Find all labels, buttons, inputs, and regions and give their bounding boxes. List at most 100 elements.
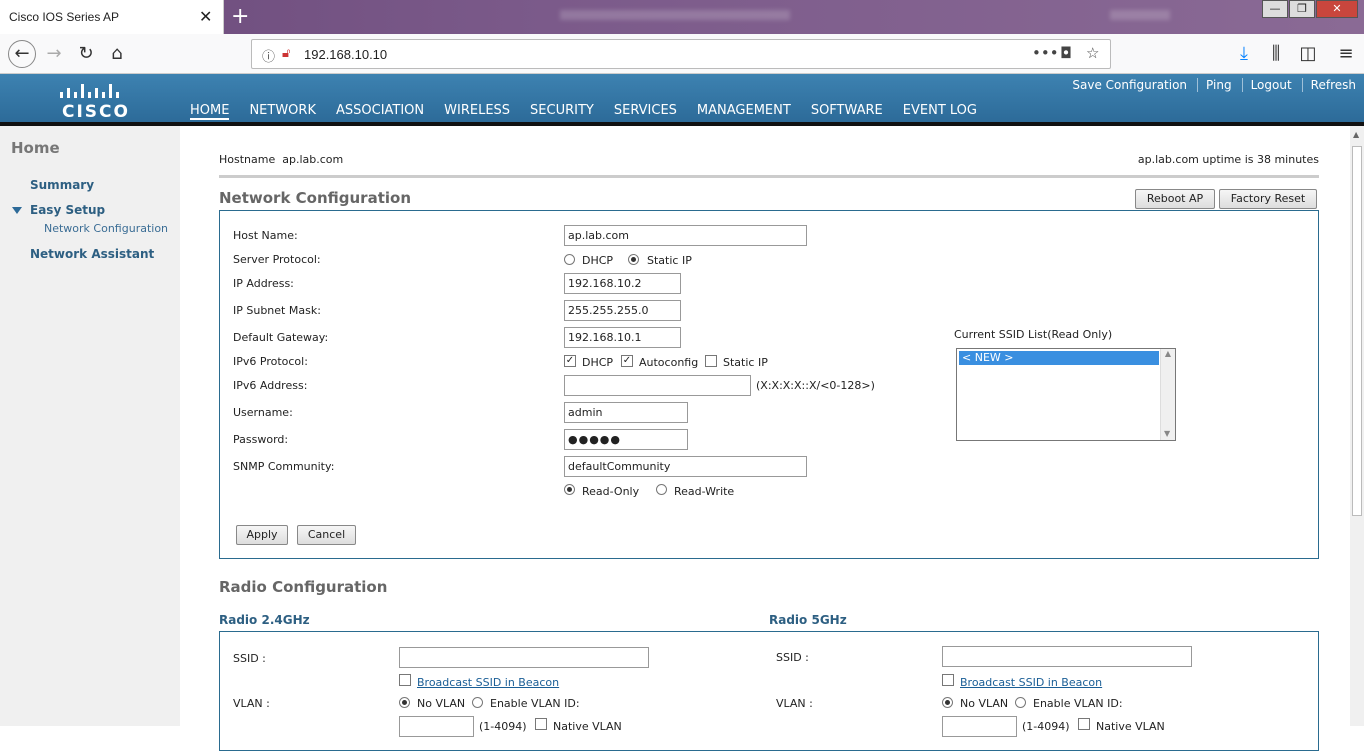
factory-reset-button[interactable]: Factory Reset xyxy=(1219,189,1317,209)
nav-software[interactable]: SOFTWARE xyxy=(811,103,883,120)
radio5-ssid-label: SSID : xyxy=(776,651,809,664)
radio5-no-vlan-radio[interactable] xyxy=(942,697,953,708)
download-icon[interactable]: ⤓ xyxy=(1232,42,1256,66)
radio24-native-vlan-checkbox[interactable] xyxy=(535,718,547,730)
ping-link[interactable]: Ping xyxy=(1197,78,1232,92)
radio5-enable-vlan-radio[interactable] xyxy=(1015,697,1026,708)
insecure-lock-icon[interactable]: 🔓︎ xyxy=(282,46,290,61)
nav-services[interactable]: SERVICES xyxy=(614,103,677,120)
sidebar-item-easy-setup[interactable]: Easy Setup xyxy=(30,203,105,217)
nav-wireless[interactable]: WIRELESS xyxy=(444,103,510,120)
pocket-icon[interactable]: ◘ xyxy=(1060,44,1072,62)
library-icon[interactable]: ⫼ xyxy=(1264,42,1288,66)
ipv6-static-label: Static IP xyxy=(723,356,768,369)
ssid-list-scrollbar[interactable]: ▲ ▼ xyxy=(1160,349,1175,440)
home-icon[interactable]: ⌂ xyxy=(105,42,129,66)
back-icon[interactable]: ← xyxy=(8,40,36,68)
ssid-listbox[interactable]: < NEW > ▲ ▼ xyxy=(956,348,1176,441)
new-tab-icon[interactable]: + xyxy=(231,4,249,29)
host-name-input[interactable]: ap.lab.com xyxy=(564,225,807,246)
ipv6-autoconfig-checkbox[interactable]: ✓ xyxy=(621,355,633,367)
server-protocol-static-radio[interactable] xyxy=(628,254,639,265)
hostname-value: ap.lab.com xyxy=(282,153,344,166)
password-input[interactable]: ●●●●● xyxy=(564,429,688,450)
radio24-enable-vlan-radio[interactable] xyxy=(472,697,483,708)
server-protocol-dhcp-radio[interactable] xyxy=(564,254,575,265)
radio24-enable-vlan-label: Enable VLAN ID: xyxy=(490,697,580,710)
host-name-label: Host Name: xyxy=(233,229,298,242)
window-close-icon[interactable]: ✕ xyxy=(1316,0,1358,18)
snmp-community-label: SNMP Community: xyxy=(233,460,335,473)
radio24-ssid-input[interactable] xyxy=(399,647,649,668)
sidebar-item-network-configuration[interactable]: Network Configuration xyxy=(44,222,168,235)
radio5-ssid-input[interactable] xyxy=(942,646,1192,667)
expand-triangle-icon[interactable] xyxy=(12,207,22,214)
radio5-vlan-id-input[interactable] xyxy=(942,716,1017,737)
radio5-vlan-label: VLAN : xyxy=(776,697,813,710)
radio24-broadcast-link[interactable]: Broadcast SSID in Beacon xyxy=(417,676,559,689)
radio5-native-vlan-label: Native VLAN xyxy=(1096,720,1165,733)
radio5-broadcast-link[interactable]: Broadcast SSID in Beacon xyxy=(960,676,1102,689)
tab-close-icon[interactable]: ✕ xyxy=(199,7,212,26)
list-scroll-up-icon[interactable]: ▲ xyxy=(1161,349,1175,358)
ipv6-dhcp-checkbox[interactable]: ✓ xyxy=(564,355,576,367)
radio24-no-vlan-radio[interactable] xyxy=(399,697,410,708)
nav-event-log[interactable]: EVENT LOG xyxy=(903,103,977,120)
username-input[interactable]: admin xyxy=(564,402,688,423)
radio24-broadcast-checkbox[interactable] xyxy=(399,674,411,686)
sidebar-item-summary[interactable]: Summary xyxy=(30,178,94,192)
radio5-native-vlan-checkbox[interactable] xyxy=(1078,718,1090,730)
sidebar: Home Summary Easy Setup Network Configur… xyxy=(0,126,180,726)
scroll-up-icon[interactable]: ▲ xyxy=(1353,130,1359,139)
browser-tab[interactable]: Cisco IOS Series AP ✕ xyxy=(0,0,224,34)
nav-association[interactable]: ASSOCIATION xyxy=(336,103,424,120)
forward-icon[interactable]: → xyxy=(42,42,66,66)
subnet-mask-input[interactable]: 255.255.255.0 xyxy=(564,300,681,321)
snmp-read-write-radio[interactable] xyxy=(656,484,667,495)
ssid-list-item[interactable]: < NEW > xyxy=(959,351,1159,365)
url-text[interactable]: 192.168.10.10 xyxy=(304,47,387,62)
page-scrollbar[interactable]: ▲ xyxy=(1350,126,1364,726)
minimize-icon[interactable]: — xyxy=(1262,0,1288,18)
radio24-vlan-label: VLAN : xyxy=(233,697,270,710)
reload-icon[interactable]: ↻ xyxy=(74,42,98,66)
refresh-link[interactable]: Refresh xyxy=(1301,78,1356,92)
sidebar-item-network-assistant[interactable]: Network Assistant xyxy=(30,247,154,261)
username-label: Username: xyxy=(233,406,293,419)
menu-icon[interactable]: ≡ xyxy=(1334,42,1358,66)
radio24-vlan-id-input[interactable] xyxy=(399,716,474,737)
radio24-ssid-label: SSID : xyxy=(233,652,266,665)
cancel-button[interactable]: Cancel xyxy=(297,525,356,545)
ip-address-input[interactable]: 192.168.10.2 xyxy=(564,273,681,294)
default-gateway-input[interactable]: 192.168.10.1 xyxy=(564,327,681,348)
logout-link[interactable]: Logout xyxy=(1241,78,1292,92)
save-configuration-link[interactable]: Save Configuration xyxy=(1064,78,1187,92)
reboot-ap-button[interactable]: Reboot AP xyxy=(1135,189,1215,209)
radio24-native-vlan-label: Native VLAN xyxy=(553,720,622,733)
snmp-community-input[interactable]: defaultCommunity xyxy=(564,456,807,477)
top-links: Save Configuration Ping Logout Refresh xyxy=(1054,78,1356,92)
radio5-broadcast-checkbox[interactable] xyxy=(942,674,954,686)
radio24-vlan-range: (1-4094) xyxy=(479,720,527,733)
default-gateway-label: Default Gateway: xyxy=(233,331,329,344)
bookmark-star-icon[interactable]: ☆ xyxy=(1086,44,1099,62)
nav-home[interactable]: HOME xyxy=(190,103,230,120)
scrollbar-thumb[interactable] xyxy=(1352,146,1362,516)
nav-security[interactable]: SECURITY xyxy=(530,103,594,120)
server-protocol-static-label: Static IP xyxy=(647,254,692,267)
snmp-read-only-radio[interactable] xyxy=(564,484,575,495)
url-bar[interactable]: ⓘ 🔓︎ 192.168.10.10 ••• ◘ ☆ xyxy=(251,39,1111,69)
apply-button[interactable]: Apply xyxy=(236,525,288,545)
maximize-icon[interactable]: ❐ xyxy=(1289,0,1315,18)
sidebar-home: Home xyxy=(11,139,60,157)
nav-management[interactable]: MANAGEMENT xyxy=(697,103,791,120)
ipv6-static-checkbox[interactable] xyxy=(705,355,717,367)
cisco-logo: CISCO xyxy=(58,80,128,122)
list-scroll-down-icon[interactable]: ▼ xyxy=(1164,429,1170,438)
info-icon[interactable]: ⓘ xyxy=(262,46,275,65)
ipv6-address-input[interactable] xyxy=(564,375,751,396)
nav-network[interactable]: NETWORK xyxy=(249,103,316,120)
page-actions-icon[interactable]: ••• xyxy=(1032,44,1059,62)
radio5-enable-vlan-label: Enable VLAN ID: xyxy=(1033,697,1123,710)
sidebar-toggle-icon[interactable]: ◫ xyxy=(1296,42,1320,66)
